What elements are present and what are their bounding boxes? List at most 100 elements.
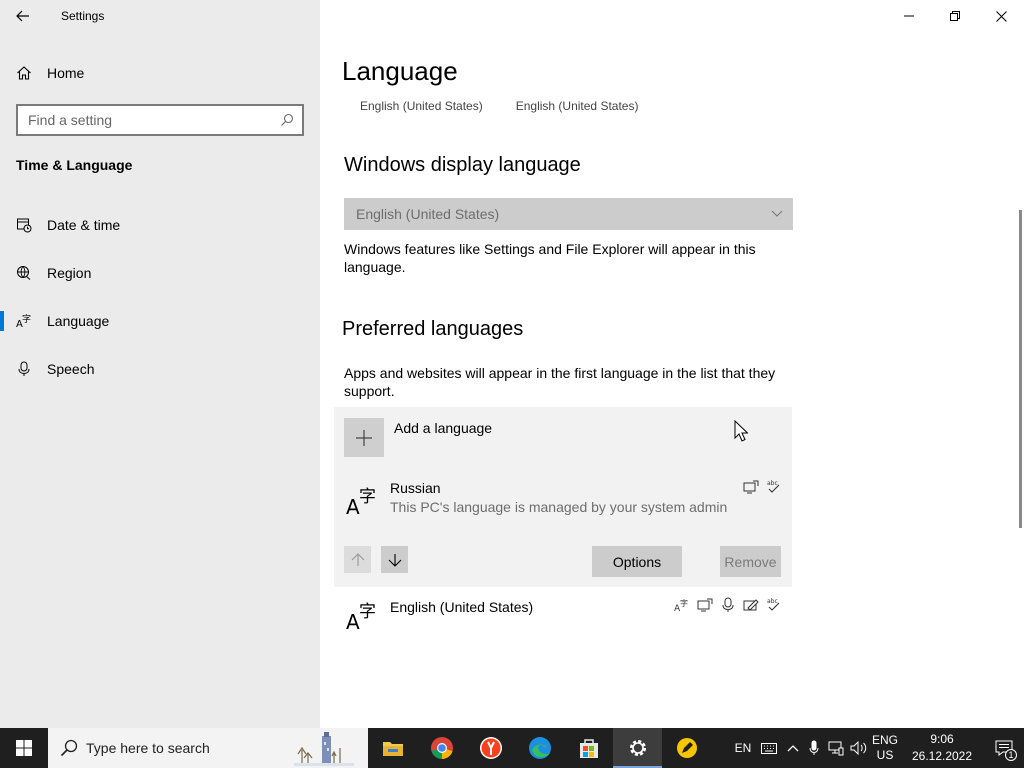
language-item-english[interactable]: A字 English (United States) A字 abc: [334, 596, 792, 659]
svg-text:字: 字: [680, 598, 688, 608]
svg-text:A: A: [346, 495, 360, 516]
arrow-down-icon: [388, 553, 401, 567]
language-name: Russian: [390, 480, 441, 496]
show-hidden-icons-button[interactable]: [782, 728, 804, 768]
sidebar-item-speech[interactable]: Speech: [0, 349, 320, 389]
taskbar-search-box[interactable]: Type here to search: [48, 728, 368, 768]
language-features: abc: [742, 478, 782, 495]
home-icon: [0, 65, 47, 81]
chrome-icon: [430, 737, 453, 759]
taskbar-file-explorer[interactable]: [368, 728, 417, 768]
language-icon: A字: [346, 487, 376, 516]
sidebar-item-label: Region: [47, 265, 92, 281]
svg-text:字: 字: [22, 313, 31, 325]
back-button[interactable]: [0, 0, 46, 32]
edge-icon: [528, 737, 551, 759]
minimize-icon: [904, 15, 914, 17]
network-tray-button[interactable]: [824, 728, 848, 768]
action-center-button[interactable]: 1: [984, 728, 1024, 768]
language-name: English (United States): [390, 599, 534, 615]
display-language-description: Windows features like Settings and File …: [344, 241, 756, 275]
close-button[interactable]: [978, 0, 1024, 32]
network-icon: [828, 741, 844, 755]
move-up-button[interactable]: [344, 546, 371, 573]
start-button[interactable]: [0, 728, 48, 768]
add-language-label: Add a language: [394, 420, 493, 436]
microphone-icon: [719, 596, 736, 613]
nav-home-label: Home: [47, 65, 85, 81]
minimize-button[interactable]: [886, 0, 932, 32]
chevron-up-icon: [787, 745, 799, 752]
find-setting-search[interactable]: Find a setting: [16, 104, 304, 136]
active-indicator: [0, 311, 4, 331]
options-button[interactable]: Options: [592, 546, 682, 577]
sidebar-item-label: Language: [47, 313, 110, 329]
taskbar-chrome[interactable]: [417, 728, 466, 768]
pencil-app-icon: [676, 738, 697, 758]
sidebar: Settings Home Find a setting Time & Lang…: [0, 0, 320, 728]
search-input[interactable]: Find a setting: [28, 112, 280, 128]
keyboard-icon: [761, 742, 777, 754]
window-controls: [886, 0, 1024, 32]
taskbar-yandex-browser[interactable]: [466, 728, 515, 768]
store-icon: [579, 739, 598, 758]
language-features: A字 abc: [673, 596, 782, 613]
remove-button[interactable]: Remove: [720, 546, 781, 577]
touch-keyboard-button[interactable]: [756, 728, 782, 768]
display-language-icon: [742, 478, 759, 495]
close-icon: [995, 10, 1007, 22]
language-item-russian[interactable]: A字 Russian This PC's language is managed…: [334, 478, 792, 538]
keyboard-layout-indicator[interactable]: ENG US: [870, 728, 900, 768]
language-icon: A字: [346, 602, 376, 631]
volume-tray-button[interactable]: [848, 728, 870, 768]
header-link-1[interactable]: English (United States): [360, 99, 483, 113]
taskbar-search-input[interactable]: Type here to search: [86, 740, 210, 756]
input-language-indicator[interactable]: EN: [730, 728, 756, 768]
language-subtitle: This PC's language is managed by your sy…: [390, 499, 728, 515]
svg-text:A: A: [346, 610, 360, 631]
display-language-dropdown[interactable]: English (United States): [344, 198, 793, 230]
display-language-icon: [696, 596, 713, 613]
microphone-tray-button[interactable]: [804, 728, 824, 768]
sidebar-item-region[interactable]: Region: [0, 253, 320, 293]
svg-text:abc: abc: [767, 480, 778, 487]
section-title: Time & Language: [16, 157, 133, 173]
plus-icon: [344, 418, 384, 457]
gear-icon: [629, 740, 646, 756]
scrollbar-thumb[interactable]: [1019, 210, 1022, 528]
main-content: Language English (United States) English…: [320, 0, 1024, 728]
clock-time: 9:06: [930, 732, 954, 746]
taskbar-settings[interactable]: [613, 728, 662, 768]
restore-button[interactable]: [932, 0, 978, 32]
app-title: Settings: [61, 9, 105, 23]
preferred-languages-heading: Preferred languages: [342, 318, 524, 340]
display-language-heading: Windows display language: [344, 154, 581, 176]
calendar-clock-icon: [0, 217, 47, 233]
keyboard-layout-line1: ENG: [871, 733, 898, 747]
add-language-button[interactable]: Add a language: [344, 418, 492, 457]
restore-icon: [950, 11, 960, 21]
arrow-up-icon: [351, 552, 364, 566]
preferred-languages-description: Apps and websites will appear in the fir…: [344, 365, 776, 399]
taskbar-edge[interactable]: [515, 728, 564, 768]
language-pack-icon: A字: [673, 596, 690, 613]
taskbar-notes-app[interactable]: [662, 728, 711, 768]
header-link-2[interactable]: English (United States): [516, 99, 639, 113]
folder-icon: [382, 742, 403, 756]
sidebar-item-language[interactable]: A字 Language: [0, 301, 320, 341]
move-down-button[interactable]: [381, 546, 408, 573]
search-icon: [60, 739, 78, 757]
sidebar-item-label: Date & time: [47, 217, 121, 233]
sidebar-item-date-time[interactable]: Date & time: [0, 205, 320, 245]
windows-logo-icon: [16, 740, 32, 756]
page-title: Language: [342, 56, 458, 86]
nav-home[interactable]: Home: [0, 56, 320, 90]
microphone-icon: [809, 740, 819, 755]
svg-text:abc: abc: [767, 598, 778, 605]
keyboard-layout-line2: US: [876, 748, 894, 762]
mouse-cursor-icon: [734, 420, 748, 442]
chevron-down-icon: [771, 210, 783, 217]
taskbar-microsoft-store[interactable]: [564, 728, 613, 768]
clock[interactable]: 9:06 26.12.2022: [900, 728, 984, 768]
search-highlight-illustration-icon: [294, 732, 354, 766]
